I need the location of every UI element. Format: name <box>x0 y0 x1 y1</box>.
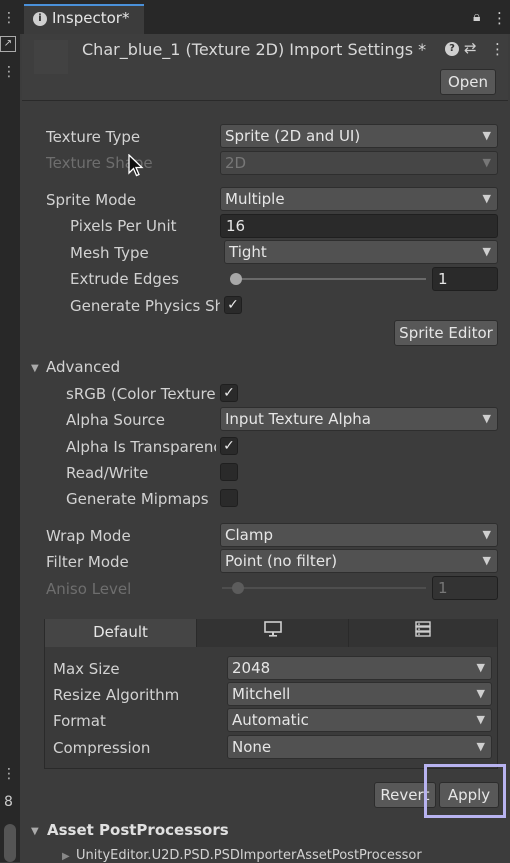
aniso-slider-handle <box>232 582 244 594</box>
alpha-source-value: Input Texture Alpha <box>225 410 371 428</box>
texture-shape-value: 2D <box>225 154 247 172</box>
postprocessors-foldout-label[interactable]: Asset PostProcessors <box>47 821 229 839</box>
read-write-checkbox[interactable] <box>220 463 238 481</box>
format-value: Automatic <box>232 711 309 729</box>
external-link-icon[interactable]: ↗ <box>0 36 16 52</box>
sprite-editor-button[interactable]: Sprite Editor <box>394 320 498 346</box>
extrude-edges-slider-handle[interactable] <box>230 273 242 285</box>
chevron-down-icon: ▼ <box>482 129 491 142</box>
sprite-mode-value: Multiple <box>225 190 285 208</box>
generate-mipmaps-label: Generate Mipmaps <box>66 490 209 508</box>
chevron-down-icon: ▼ <box>476 713 485 726</box>
mesh-type-label: Mesh Type <box>70 244 149 262</box>
max-size-value: 2048 <box>232 659 271 677</box>
compression-label: Compression <box>53 739 151 757</box>
resize-algorithm-label: Resize Algorithm <box>53 686 180 704</box>
generate-mipmaps-checkbox[interactable] <box>220 489 238 507</box>
advanced-foldout-label[interactable]: Advanced <box>46 358 166 376</box>
postprocessor-arrow-icon[interactable]: ▶ <box>62 851 70 862</box>
menu-kebab-icon-3[interactable]: ⋮ <box>2 766 16 782</box>
asset-thumbnail <box>34 40 68 74</box>
format-dropdown[interactable]: Automatic ▼ <box>227 708 492 732</box>
chevron-down-icon: ▼ <box>482 554 491 567</box>
generate-physics-label: Generate Physics Shape <box>70 297 220 315</box>
resize-algorithm-value: Mitchell <box>232 685 291 703</box>
server-icon <box>414 619 432 646</box>
alpha-source-dropdown[interactable]: Input Texture Alpha ▼ <box>220 407 498 431</box>
aniso-level-input: 1 <box>432 576 498 600</box>
extrude-edges-input[interactable]: 1 <box>432 267 498 291</box>
sprite-mode-dropdown[interactable]: Multiple ▼ <box>220 187 498 211</box>
wrap-mode-value: Clamp <box>225 526 273 544</box>
chevron-down-icon: ▼ <box>482 245 491 258</box>
resize-algorithm-dropdown[interactable]: Mitchell ▼ <box>227 682 492 706</box>
platform-tab-desktop[interactable] <box>197 619 349 647</box>
desktop-icon <box>263 619 283 646</box>
aniso-slider-track <box>222 587 426 589</box>
wrap-mode-label: Wrap Mode <box>46 527 131 545</box>
menu-kebab-icon[interactable]: ⋮ <box>2 10 16 26</box>
texture-type-value: Sprite (2D and UI) <box>225 127 361 145</box>
menu-kebab-icon-2[interactable]: ⋮ <box>2 64 16 80</box>
compression-value: None <box>232 738 272 756</box>
left-panel-strip <box>0 0 20 862</box>
extrude-edges-slider-track[interactable] <box>230 278 426 280</box>
postprocessors-foldout-arrow-icon[interactable]: ▼ <box>31 826 39 837</box>
chevron-down-icon: ▼ <box>482 192 491 205</box>
pixels-per-unit-label: Pixels Per Unit <box>70 217 177 235</box>
wrap-mode-dropdown[interactable]: Clamp ▼ <box>220 523 498 547</box>
extrude-edges-label: Extrude Edges <box>70 270 179 288</box>
filter-mode-label: Filter Mode <box>46 553 129 571</box>
chevron-down-icon: ▼ <box>482 528 491 541</box>
open-button[interactable]: Open <box>440 69 496 95</box>
read-write-label: Read/Write <box>66 464 149 482</box>
texture-type-label: Texture Type <box>46 128 141 146</box>
generate-physics-checkbox[interactable]: ✓ <box>224 296 242 314</box>
pixels-per-unit-input[interactable]: 16 <box>220 214 498 238</box>
postprocessor-item: UnityEditor.U2D.PSD.PSDImporterAssetPost… <box>76 848 422 863</box>
texture-type-dropdown[interactable]: Sprite (2D and UI) ▼ <box>220 124 498 148</box>
format-label: Format <box>53 712 106 730</box>
chevron-down-icon: ▼ <box>482 156 491 169</box>
asset-title: Char_blue_1 (Texture 2D) Import Settings… <box>82 40 427 59</box>
alpha-source-label: Alpha Source <box>66 411 165 429</box>
max-size-label: Max Size <box>53 660 120 678</box>
alpha-transparency-checkbox[interactable]: ✓ <box>220 437 238 455</box>
chevron-down-icon: ▼ <box>476 740 485 753</box>
filter-mode-value: Point (no filter) <box>225 552 338 570</box>
chevron-down-icon: ▼ <box>476 687 485 700</box>
header-menu-icon[interactable]: ⋮ <box>490 40 505 58</box>
apply-highlight-box <box>424 764 506 818</box>
alpha-transparency-label: Alpha Is Transparency <box>66 438 216 456</box>
info-icon: i <box>33 12 47 26</box>
sprite-mode-label: Sprite Mode <box>46 191 137 209</box>
mesh-type-value: Tight <box>229 243 267 261</box>
left-strip-value: 8 <box>4 794 13 810</box>
tab-menu-icon[interactable]: ⋮ <box>492 9 507 27</box>
mesh-type-dropdown[interactable]: Tight ▼ <box>224 240 498 264</box>
presets-icon[interactable]: ⇄ <box>464 39 477 57</box>
lock-icon[interactable]: 🔒︎ <box>473 9 480 25</box>
compression-dropdown[interactable]: None ▼ <box>227 735 492 759</box>
platform-tab-server[interactable] <box>349 619 497 647</box>
srgb-label: sRGB (Color Texture) <box>66 385 216 403</box>
mouse-cursor-icon <box>128 153 146 182</box>
left-scrollbar[interactable] <box>4 824 16 862</box>
help-icon[interactable]: ? <box>445 42 459 56</box>
srgb-checkbox[interactable]: ✓ <box>220 384 238 402</box>
advanced-foldout-arrow-icon[interactable]: ▼ <box>31 363 39 374</box>
aniso-level-label: Aniso Level <box>46 580 132 598</box>
chevron-down-icon: ▼ <box>476 661 485 674</box>
platform-tab-default[interactable]: Default <box>45 619 197 647</box>
max-size-dropdown[interactable]: 2048 ▼ <box>227 656 492 680</box>
filter-mode-dropdown[interactable]: Point (no filter) ▼ <box>220 549 498 573</box>
chevron-down-icon: ▼ <box>482 412 491 425</box>
tab-title: Inspector* <box>52 9 130 27</box>
texture-shape-dropdown: 2D ▼ <box>220 151 498 175</box>
